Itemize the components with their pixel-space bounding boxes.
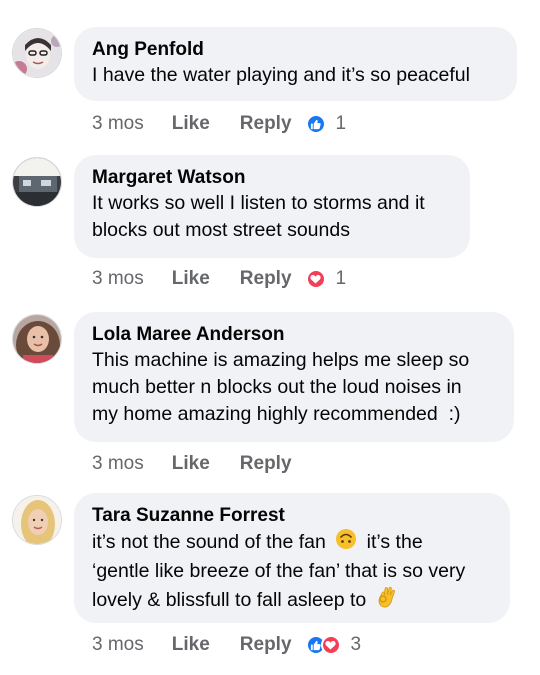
comment-actions: 3 mos Like Reply 3 — [92, 632, 361, 658]
comment-author[interactable]: Tara Suzanne Forrest — [92, 504, 492, 528]
avatar[interactable] — [12, 157, 62, 207]
comment-bubble: Tara Suzanne Forrest it’s not the sound … — [74, 493, 510, 623]
upside-down-face-emoji-icon — [335, 528, 357, 558]
reaction-summary[interactable]: 1 — [305, 113, 347, 135]
comment-author[interactable]: Lola Maree Anderson — [92, 323, 496, 347]
reply-button[interactable]: Reply — [240, 634, 292, 656]
comment-timestamp[interactable]: 3 mos — [92, 453, 144, 475]
reaction-summary[interactable]: 1 — [305, 268, 347, 290]
avatar[interactable] — [12, 495, 62, 545]
love-icon — [305, 269, 326, 289]
comment-text: I have the water playing and it’s so pea… — [92, 64, 470, 86]
ok-hand-emoji-icon — [376, 585, 398, 617]
comment-text-segment: it’s the — [366, 531, 423, 554]
comment-text-line: it’s not the sound of the fan it’s the — [92, 528, 492, 558]
reply-button[interactable]: Reply — [240, 113, 292, 135]
like-button[interactable]: Like — [172, 634, 210, 656]
comment-timestamp[interactable]: 3 mos — [92, 113, 144, 135]
reply-button[interactable]: Reply — [240, 268, 292, 290]
comment-text-line: ‘gentle like breeze of the fan’ that is … — [92, 560, 466, 582]
reaction-count: 1 — [335, 268, 347, 289]
comment-text-line: my home amazing highly recommended :) — [92, 403, 461, 425]
comment-actions: 3 mos Like Reply — [92, 451, 292, 477]
comment-timestamp[interactable]: 3 mos — [92, 634, 144, 656]
reaction-count: 3 — [350, 634, 362, 655]
comment-actions: 3 mos Like Reply 1 — [92, 266, 346, 292]
comment-text-segment: it’s not the sound of the fan — [92, 531, 326, 554]
comment-bubble: Ang Penfold I have the water playing and… — [74, 27, 517, 101]
comment-actions: 3 mos Like Reply 1 — [92, 111, 346, 137]
reply-button[interactable]: Reply — [240, 453, 292, 475]
avatar[interactable] — [12, 314, 62, 364]
avatar[interactable] — [12, 28, 62, 78]
like-button[interactable]: Like — [172, 453, 210, 475]
comment-text-segment: lovely & blissfull to fall asleep to — [92, 589, 367, 612]
comment-text-line: blocks out most street sounds — [92, 219, 350, 241]
love-icon — [320, 635, 341, 655]
comment-author[interactable]: Ang Penfold — [92, 38, 499, 62]
comment-timestamp[interactable]: 3 mos — [92, 268, 144, 290]
comment-bubble: Margaret Watson It works so well I liste… — [74, 155, 470, 258]
comment-text-line: It works so well I listen to storms and … — [92, 192, 425, 214]
comment-text-line: much better n blocks out the loud noises… — [92, 376, 462, 398]
comment-bubble: Lola Maree Anderson This machine is amaz… — [74, 312, 514, 442]
reaction-summary[interactable]: 3 — [305, 634, 362, 656]
like-button[interactable]: Like — [172, 268, 210, 290]
comment-text-line: lovely & blissfull to fall asleep to — [92, 585, 492, 617]
reaction-count: 1 — [335, 113, 347, 134]
comment-author[interactable]: Margaret Watson — [92, 166, 452, 190]
comment-text-line: This machine is amazing helps me sleep s… — [92, 349, 470, 371]
like-icon — [305, 114, 326, 134]
like-button[interactable]: Like — [172, 113, 210, 135]
